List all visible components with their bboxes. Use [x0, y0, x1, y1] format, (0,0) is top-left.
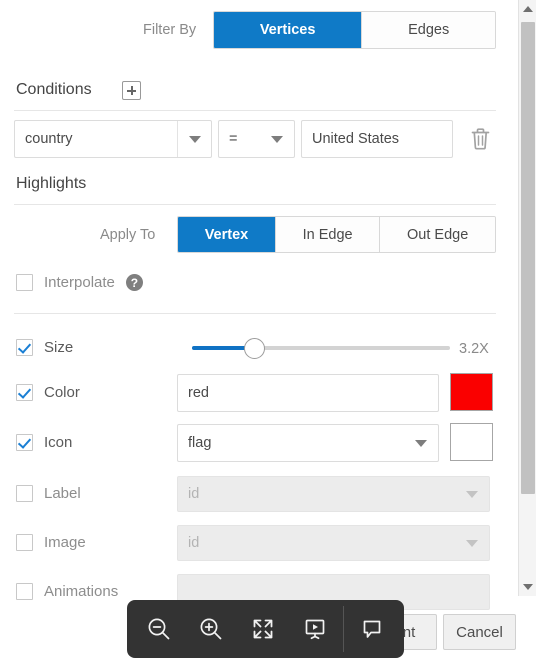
label-value-select: id: [177, 476, 490, 512]
size-checkbox[interactable]: [16, 339, 33, 356]
image-label: Image: [44, 534, 86, 551]
icon-value-select[interactable]: flag: [177, 424, 439, 462]
toolbar-separator: [343, 606, 344, 652]
condition-field-value: country: [25, 131, 73, 147]
condition-value-input[interactable]: United States: [301, 120, 453, 158]
animations-checkbox[interactable]: [16, 583, 33, 600]
tab-edges[interactable]: Edges: [362, 12, 495, 48]
graph-toolbar: [127, 600, 404, 658]
tab-vertices[interactable]: Vertices: [214, 12, 363, 48]
plus-icon[interactable]: [122, 81, 141, 100]
apply-to-label: Apply To: [100, 227, 156, 243]
condition-operator-select[interactable]: =: [218, 120, 295, 158]
tab-vertex[interactable]: Vertex: [178, 217, 276, 252]
image-checkbox[interactable]: [16, 534, 33, 551]
trash-icon[interactable]: [470, 127, 491, 156]
conditions-title: Conditions: [16, 81, 92, 98]
divider-interpolate: [14, 313, 496, 314]
color-checkbox-row[interactable]: Color: [16, 384, 80, 401]
image-value-select: id: [177, 525, 490, 561]
filter-by-tabs[interactable]: Vertices Edges: [213, 11, 496, 49]
color-value-text: red: [188, 385, 209, 401]
chevron-up-icon[interactable]: [519, 0, 536, 18]
size-checkbox-row[interactable]: Size: [16, 339, 73, 356]
color-swatch[interactable]: [450, 373, 493, 411]
interpolate-label: Interpolate: [44, 274, 115, 291]
icon-checkbox-row[interactable]: Icon: [16, 434, 72, 451]
size-label: Size: [44, 339, 74, 356]
comment-icon[interactable]: [346, 600, 398, 658]
help-circle-icon[interactable]: ?: [125, 274, 143, 291]
size-slider-value: 3.2X: [459, 341, 489, 357]
cancel-button[interactable]: Cancel: [443, 614, 516, 650]
icon-checkbox[interactable]: [16, 434, 33, 451]
apply-to-tabs[interactable]: Vertex In Edge Out Edge: [177, 216, 496, 253]
slider-thumb[interactable]: [243, 338, 265, 359]
chevron-down-icon: [455, 526, 489, 560]
animations-label: Animations: [44, 583, 119, 600]
tab-in-edge[interactable]: In Edge: [275, 217, 381, 252]
label-value-text: id: [188, 486, 200, 502]
chevron-down-icon[interactable]: [519, 578, 536, 596]
chevron-down-icon[interactable]: [404, 425, 438, 461]
chevron-down-icon[interactable]: [177, 121, 211, 157]
label-checkbox[interactable]: [16, 485, 33, 502]
divider-highlights: [14, 204, 496, 205]
tab-out-edge[interactable]: Out Edge: [380, 217, 495, 252]
label-checkbox-row[interactable]: Label: [16, 485, 81, 502]
condition-operator-value: =: [229, 131, 238, 147]
color-checkbox[interactable]: [16, 384, 33, 401]
vertical-scrollbar[interactable]: [518, 0, 536, 596]
image-value-text: id: [188, 535, 200, 551]
zoom-in-icon[interactable]: [185, 600, 237, 658]
filter-by-label: Filter By: [143, 22, 197, 38]
icon-swatch[interactable]: [450, 423, 493, 461]
presentation-icon[interactable]: [289, 600, 341, 658]
divider-conditions: [14, 110, 496, 111]
size-slider[interactable]: [192, 338, 450, 359]
icon-label: Icon: [44, 434, 73, 451]
highlights-title: Highlights: [16, 175, 87, 192]
condition-value-text: United States: [312, 131, 400, 147]
icon-value-text: flag: [188, 435, 212, 451]
chevron-down-icon[interactable]: [260, 121, 294, 157]
scrollbar-thumb[interactable]: [521, 22, 535, 494]
chevron-down-icon: [455, 477, 489, 511]
color-label: Color: [44, 384, 80, 401]
condition-field-select[interactable]: country: [14, 120, 212, 158]
zoom-out-icon[interactable]: [133, 600, 185, 658]
highlight-filter-panel: Filter By Vertices Edges Conditions coun…: [0, 0, 536, 658]
interpolate-checkbox-row[interactable]: Interpolate ?: [16, 274, 143, 291]
label-label: Label: [44, 485, 81, 502]
image-checkbox-row[interactable]: Image: [16, 534, 86, 551]
interpolate-checkbox[interactable]: [16, 274, 33, 291]
animations-checkbox-row[interactable]: Animations: [16, 583, 118, 600]
color-value-input[interactable]: red: [177, 374, 439, 412]
fullscreen-icon[interactable]: [237, 600, 289, 658]
